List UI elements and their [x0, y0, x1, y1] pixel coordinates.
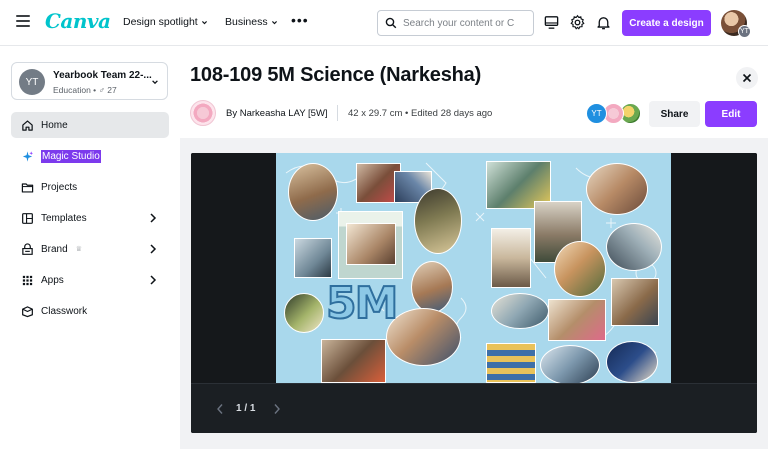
- chevron-down-icon: [152, 80, 158, 85]
- chevron-right-icon[interactable]: [273, 403, 281, 415]
- sidebar-item-classwork[interactable]: Classwork: [11, 298, 169, 324]
- page-indicator: 1 / 1: [236, 403, 256, 414]
- sidebar-item-label: Home: [41, 119, 68, 131]
- collage-photo: [611, 278, 659, 326]
- sidebar-item-templates[interactable]: Templates: [11, 205, 169, 231]
- collage-photo: [606, 223, 662, 271]
- owner-avatar: [190, 100, 216, 126]
- collage-photo: [554, 241, 606, 297]
- folder-icon: [21, 182, 34, 193]
- menu-icon[interactable]: [16, 15, 30, 29]
- top-bar: Canva Design spotlight Business ••• Crea…: [0, 0, 768, 46]
- collaborator-avatars[interactable]: YT: [586, 103, 644, 125]
- sidebar-item-apps[interactable]: Apps: [11, 267, 169, 293]
- chevron-right-icon: [150, 213, 157, 223]
- chevron-down-icon: [271, 20, 277, 24]
- team-switcher[interactable]: YT Yearbook Team 22-... Education • ♂ 27: [11, 62, 168, 100]
- collage-photo: [540, 345, 600, 383]
- sidebar-item-magic-studio[interactable]: Magic Studio: [11, 143, 169, 169]
- bell-icon[interactable]: [595, 14, 612, 31]
- collage-photo: [586, 163, 648, 215]
- sidebar-item-brand[interactable]: Brand ♕: [11, 236, 169, 262]
- collage-photo: [321, 339, 386, 383]
- design-owner: By Narkeasha LAY [5W]: [226, 108, 328, 119]
- magic-studio-icon: [22, 150, 34, 162]
- collage-photo: [486, 343, 536, 383]
- apps-icon: [22, 275, 33, 285]
- search-icon: [385, 17, 397, 29]
- nav-design-spotlight[interactable]: Design spotlight: [123, 16, 208, 28]
- chevron-right-icon: [150, 275, 157, 285]
- search-input[interactable]: [403, 17, 528, 29]
- nav-label: Design spotlight: [123, 16, 198, 28]
- sidebar-item-projects[interactable]: Projects: [11, 174, 169, 200]
- page-controls: 1 / 1: [191, 383, 757, 433]
- share-button[interactable]: Share: [649, 101, 700, 127]
- sidebar: YT Yearbook Team 22-... Education • ♂ 27…: [0, 47, 180, 449]
- templates-icon: [22, 212, 33, 224]
- sidebar-item-label: Magic Studio: [41, 149, 101, 163]
- edit-button[interactable]: Edit: [705, 101, 757, 127]
- home-icon: [22, 119, 33, 131]
- close-icon: [742, 73, 752, 83]
- create-design-button[interactable]: Create a design: [622, 10, 711, 36]
- design-title: 108-109 5M Science (Narkesha): [190, 64, 482, 86]
- collage-photo: [414, 188, 462, 254]
- collage-photo: [284, 293, 324, 333]
- collage-photo: [386, 308, 461, 366]
- more-menu-button[interactable]: •••: [291, 12, 309, 28]
- crown-icon: ♕: [75, 246, 82, 253]
- collage-photo: [411, 261, 453, 313]
- chevron-right-icon: [150, 244, 157, 254]
- main-content: 108-109 5M Science (Narkesha) By Narkeas…: [180, 47, 768, 449]
- divider: [337, 105, 338, 121]
- sidebar-item-label: Brand: [41, 243, 68, 255]
- search-box[interactable]: [377, 10, 534, 36]
- nav-business[interactable]: Business: [225, 16, 278, 28]
- team-meta: Education • ♂ 27: [53, 85, 117, 95]
- sidebar-item-label: Apps: [41, 274, 64, 286]
- collaborator-avatar: YT: [586, 103, 607, 124]
- design-meta: 42 x 29.7 cm • Edited 28 days ago: [348, 108, 493, 119]
- nav-label: Business: [225, 16, 268, 28]
- collage-photo: [491, 228, 531, 288]
- team-name: Yearbook Team 22-...: [53, 70, 152, 81]
- preview-area: 5M 1 / 1: [180, 138, 768, 449]
- user-avatar[interactable]: YT: [721, 10, 751, 38]
- sidebar-item-home[interactable]: Home: [11, 112, 169, 138]
- brand-icon: [22, 242, 33, 255]
- collage-photo: [606, 341, 658, 383]
- collage-photo: [491, 293, 549, 329]
- collage-photo: [346, 223, 396, 265]
- account-badge: YT: [738, 25, 751, 38]
- collage-photo: [288, 163, 338, 221]
- desktop-app-icon[interactable]: [543, 14, 560, 31]
- viewer-stage: 5M: [191, 153, 757, 383]
- classwork-icon: [22, 305, 33, 317]
- design-viewer: 5M 1 / 1: [191, 153, 757, 433]
- collage-photo: [294, 238, 332, 278]
- design-thumbnail[interactable]: 5M: [276, 153, 671, 383]
- chevron-down-icon: [201, 20, 207, 24]
- chevron-left-icon[interactable]: [216, 403, 224, 415]
- team-avatar: YT: [19, 69, 45, 95]
- canva-logo[interactable]: Canva: [45, 9, 111, 33]
- sidebar-item-label: Classwork: [41, 305, 88, 317]
- close-button[interactable]: [736, 67, 758, 89]
- sidebar-item-label: Templates: [41, 212, 87, 224]
- gear-icon[interactable]: [569, 14, 586, 31]
- poster-title-text: 5M: [325, 277, 399, 330]
- sidebar-item-label: Projects: [41, 181, 78, 193]
- collage-photo: [548, 299, 606, 341]
